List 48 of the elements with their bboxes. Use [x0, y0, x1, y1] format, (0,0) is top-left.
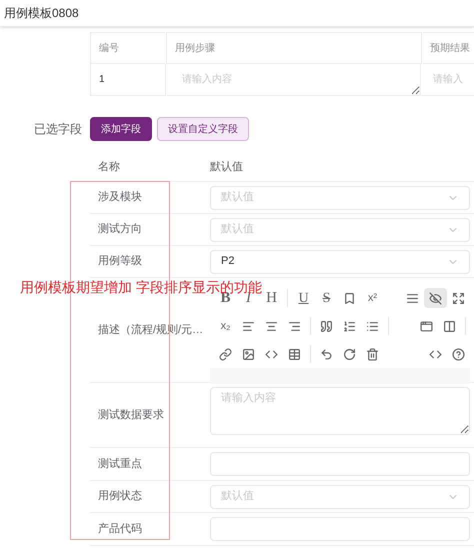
field-label: 已选字段	[33, 121, 83, 138]
field-name: 测试重点	[97, 456, 143, 472]
expand-icon	[452, 292, 465, 304]
input-field[interactable]	[210, 452, 470, 476]
format-button[interactable]: U	[292, 288, 315, 308]
table-icon	[288, 348, 301, 360]
code-icon	[429, 348, 442, 360]
format-button[interactable]: S	[315, 288, 338, 308]
add-field-button[interactable]: 添加字段	[90, 117, 152, 141]
eye-off-icon	[429, 292, 442, 304]
select-field[interactable]: P2	[210, 250, 470, 274]
window-icon	[420, 320, 433, 332]
page-title: 用例模板0808	[4, 5, 79, 22]
menu-icon	[406, 292, 419, 304]
format-button[interactable]: x²	[361, 288, 384, 308]
redo-icon	[343, 348, 356, 360]
trash-icon	[366, 348, 379, 360]
code-icon	[265, 348, 278, 360]
columns-icon	[443, 320, 456, 332]
add-field-button[interactable]: 设置自定义字段	[157, 117, 249, 141]
column-header: 预期结果	[421, 33, 474, 63]
image-icon	[242, 348, 255, 360]
ordered-list-icon	[343, 320, 356, 332]
eye-off-button[interactable]	[424, 288, 447, 308]
align-right-icon	[288, 320, 301, 332]
column-header: 用例步骤	[166, 33, 421, 63]
annotation-text: 用例模板期望增加 字段排序显示的功能	[20, 279, 262, 295]
link-icon	[219, 348, 232, 360]
input-field[interactable]	[210, 517, 470, 541]
column-header: 默认值	[210, 160, 243, 176]
field-name: 测试方向	[97, 222, 143, 238]
bookmark-icon	[343, 292, 356, 304]
help-icon	[452, 348, 465, 360]
quote-icon	[320, 320, 333, 332]
align-left-icon	[242, 320, 255, 332]
field-name: 用例状态	[97, 488, 143, 504]
align-center-icon	[265, 320, 278, 332]
field-name: 涉及模块	[97, 190, 143, 206]
field-name: 用例等级	[97, 254, 143, 270]
field-name: 测试数据要求	[97, 408, 165, 423]
field-name: 产品代码	[97, 522, 143, 537]
column-header: 名称	[97, 160, 121, 176]
column-header: 编号	[98, 42, 120, 56]
bullet-list-icon	[366, 320, 379, 332]
format-button[interactable]: H	[260, 288, 283, 308]
table-cell: 1	[90, 64, 165, 96]
format-button[interactable]: x₂	[214, 316, 237, 336]
undo-icon	[320, 348, 333, 360]
